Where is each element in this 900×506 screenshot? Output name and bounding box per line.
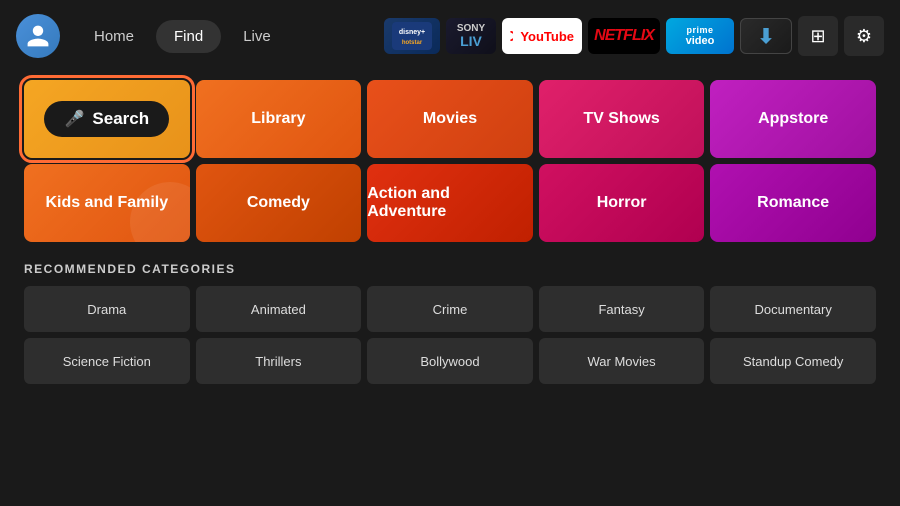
kids-label: Kids and Family	[45, 194, 168, 212]
rec-crime[interactable]: Crime	[367, 286, 533, 332]
rec-scifi[interactable]: Science Fiction	[24, 338, 190, 384]
app-downloader[interactable]: ⬇	[740, 18, 792, 54]
rec-drama[interactable]: Drama	[24, 286, 190, 332]
youtube-play-icon	[510, 31, 513, 41]
search-label: Search	[92, 109, 149, 129]
svg-text:disney+: disney+	[399, 29, 425, 36]
rec-bollywood-label: Bollywood	[420, 354, 479, 369]
tile-search[interactable]: 🎤 Search	[24, 80, 190, 158]
appstore-label: Appstore	[758, 110, 828, 128]
app-prime[interactable]: prime video	[666, 18, 734, 54]
main-content: 🎤 Search Library Movies TV Shows Appstor…	[0, 72, 900, 400]
movies-label: Movies	[423, 110, 477, 128]
settings-button[interactable]: ⚙	[844, 16, 884, 56]
tile-movies[interactable]: Movies	[367, 80, 533, 158]
navbar: Home Find Live disney+ hotstar SONY LIV …	[0, 0, 900, 72]
youtube-label: YouTube	[520, 29, 574, 44]
downloader-icon: ⬇	[758, 24, 775, 49]
search-inner: 🎤 Search	[44, 101, 169, 137]
rec-scifi-label: Science Fiction	[63, 354, 151, 369]
app-netflix[interactable]: NETFLIX	[588, 18, 660, 54]
nav-apps: disney+ hotstar SONY LIV YouTube NETFLIX…	[384, 16, 884, 56]
app-disney[interactable]: disney+ hotstar	[384, 18, 440, 54]
app-youtube[interactable]: YouTube	[502, 18, 582, 54]
grid-add-icon: ⊞	[810, 26, 825, 47]
netflix-label: NETFLIX	[594, 27, 654, 45]
rec-thrillers-label: Thrillers	[255, 354, 301, 369]
svg-text:hotstar: hotstar	[402, 40, 423, 46]
rec-standup-label: Standup Comedy	[743, 354, 843, 369]
category-grid: 🎤 Search Library Movies TV Shows Appstor…	[24, 80, 876, 242]
nav-find[interactable]: Find	[156, 20, 221, 53]
rec-war[interactable]: War Movies	[539, 338, 705, 384]
prime-text: prime video	[686, 25, 715, 48]
action-label: Action and Adventure	[367, 185, 533, 221]
tile-library[interactable]: Library	[196, 80, 362, 158]
tile-romance[interactable]: Romance	[710, 164, 876, 242]
comedy-label: Comedy	[247, 194, 310, 212]
library-label: Library	[251, 110, 305, 128]
rec-documentary-label: Documentary	[755, 302, 832, 317]
romance-label: Romance	[757, 194, 829, 212]
rec-crime-label: Crime	[433, 302, 468, 317]
tile-tvshows[interactable]: TV Shows	[539, 80, 705, 158]
rec-animated-label: Animated	[251, 302, 306, 317]
rec-standup[interactable]: Standup Comedy	[710, 338, 876, 384]
rec-drama-label: Drama	[87, 302, 126, 317]
add-app-button[interactable]: ⊞	[798, 16, 838, 56]
recommended-section: RECOMMENDED CATEGORIES Drama Animated Cr…	[24, 262, 876, 384]
nav-links: Home Find Live	[76, 20, 289, 53]
mic-icon: 🎤	[64, 109, 84, 129]
tile-kids[interactable]: Kids and Family	[24, 164, 190, 242]
rec-fantasy[interactable]: Fantasy	[539, 286, 705, 332]
rec-animated[interactable]: Animated	[196, 286, 362, 332]
tvshows-label: TV Shows	[583, 110, 659, 128]
recommended-grid: Drama Animated Crime Fantasy Documentary…	[24, 286, 876, 384]
app-sony[interactable]: SONY LIV	[446, 18, 496, 54]
sony-text: SONY LIV	[457, 24, 485, 48]
settings-icon: ⚙	[856, 26, 872, 47]
rec-bollywood[interactable]: Bollywood	[367, 338, 533, 384]
rec-fantasy-label: Fantasy	[598, 302, 644, 317]
tile-appstore[interactable]: Appstore	[710, 80, 876, 158]
section-title: RECOMMENDED CATEGORIES	[24, 262, 876, 276]
rec-war-label: War Movies	[588, 354, 656, 369]
tile-comedy[interactable]: Comedy	[196, 164, 362, 242]
nav-live[interactable]: Live	[225, 20, 289, 53]
disney-icon: disney+ hotstar	[392, 22, 432, 50]
tile-action[interactable]: Action and Adventure	[367, 164, 533, 242]
user-icon	[25, 23, 51, 49]
rec-documentary[interactable]: Documentary	[710, 286, 876, 332]
user-avatar[interactable]	[16, 14, 60, 58]
rec-thrillers[interactable]: Thrillers	[196, 338, 362, 384]
horror-label: Horror	[597, 194, 647, 212]
nav-home[interactable]: Home	[76, 20, 152, 53]
tile-horror[interactable]: Horror	[539, 164, 705, 242]
